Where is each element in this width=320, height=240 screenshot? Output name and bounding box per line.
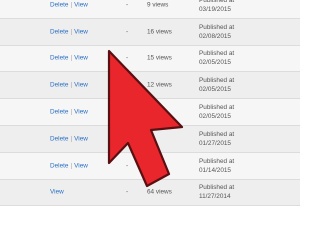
action-separator: | [70,1,73,9]
delete-link[interactable]: Delete [50,1,68,8]
delete-link[interactable]: Delete [50,135,68,142]
placeholder-dash: - [126,81,129,89]
action-separator: | [70,54,73,62]
row-actions: Delete | View [50,82,88,89]
published-info: Published at 02/08/2015 [199,23,234,41]
action-separator: | [70,162,73,170]
placeholder-dash: - [126,1,129,9]
view-count: 12 views [147,81,172,89]
published-info: Published at 02/05/2015 [199,76,234,94]
view-count: 64 views [147,188,172,196]
placeholder-dash: - [126,135,129,143]
view-count: 9 views [147,1,169,9]
row-actions: Delete | View [50,55,88,62]
row-actions: Delete | View [50,135,88,142]
action-separator: | [70,28,73,36]
posts-list: Delete | View -9 views Published at 03/19/201… [0,0,300,207]
delete-link[interactable]: Delete [50,162,68,169]
list-item: Delete | View - 9 views Published at 03/19/201… [0,0,300,19]
published-label: Published at [199,23,235,31]
published-label: Published at [199,157,235,165]
view-link[interactable]: View [74,82,88,89]
list-item: View - 64 views Published at 11/27/2014 [0,179,300,207]
placeholder-dash: - [126,188,129,196]
view-link[interactable]: View [74,55,88,62]
published-date: 01/14/2015 [199,166,231,174]
view-link[interactable]: View [74,162,88,169]
delete-link[interactable]: Delete [50,28,68,35]
placeholder-dash: - [126,162,129,170]
published-info: Published at 02/05/2015 [199,49,234,67]
placeholder-dash: - [126,28,129,36]
delete-link[interactable]: Delete [50,109,68,116]
view-link[interactable]: View [50,189,64,196]
action-separator: | [70,108,73,116]
list-item: Delete | View - 16 views Published at 02/08/20… [0,18,300,46]
action-separator: | [70,81,73,89]
view-count: 16 views [147,28,172,36]
published-date: 03/19/2015 [199,5,231,13]
delete-link[interactable]: Delete [50,82,68,89]
row-actions: View [50,189,64,196]
published-label: Published at [199,77,235,85]
published-label: Published at [199,184,235,192]
published-info: Published at 03/19/2015 [199,0,234,14]
list-item: Delete | View - 12 views Published at 02/05/20… [0,72,300,100]
published-label: Published at [199,104,235,112]
row-actions: Delete | View [50,109,88,116]
list-item: Delete | View - Published at 01/14/2015 [0,152,300,180]
published-info: Published at 02/05/2015 [199,103,234,121]
placeholder-dash: - [126,108,129,116]
delete-link[interactable]: Delete [50,55,68,62]
view-link[interactable]: View [74,28,88,35]
placeholder-dash: - [126,54,129,62]
view-link[interactable]: View [74,135,88,142]
published-info: Published at 01/14/2015 [199,157,234,175]
row-actions: Delete | View [50,162,88,169]
list-item: Delete | View - Published at 02/05/2015 [0,99,300,126]
published-info: Published at 01/27/2015 [199,130,234,148]
row-actions: Delete | View [50,1,88,8]
row-actions: Delete | View [50,28,88,35]
published-date: 02/05/2015 [199,59,231,67]
list-item: Delete | View - Published at 01/27/2015 [0,125,300,153]
published-date: 02/05/2015 [199,113,231,121]
action-separator: | [70,135,73,143]
published-date: 02/08/2015 [199,32,231,40]
view-link[interactable]: View [74,109,88,116]
view-link[interactable]: View [74,1,88,8]
published-date: 02/05/2015 [199,86,231,94]
view-count: 15 views [147,54,172,62]
published-label: Published at [199,50,235,58]
published-label: Published at [199,130,235,138]
published-info: Published at 11/27/2014 [199,183,234,201]
list-item: Delete | View - 15 views Published at 02/05/20… [0,45,300,73]
published-date: 11/27/2014 [199,193,231,201]
published-date: 01/27/2015 [199,139,231,147]
